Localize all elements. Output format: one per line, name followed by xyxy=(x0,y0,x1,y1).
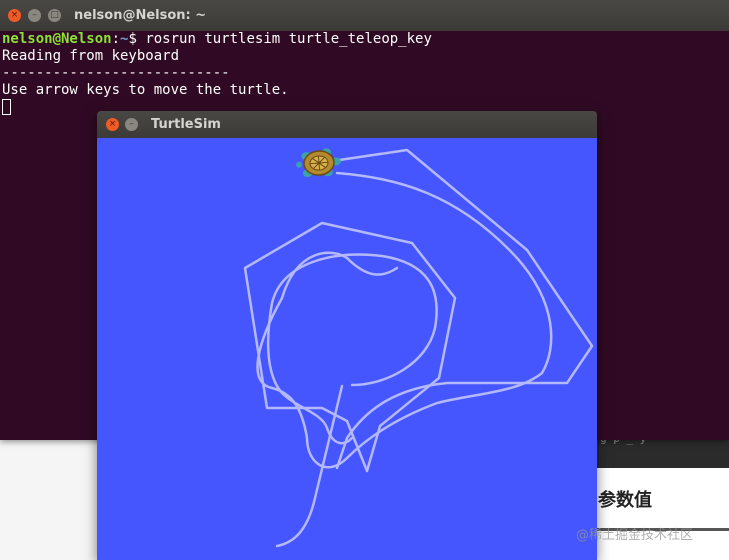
terminal-titlebar[interactable]: × – □ nelson@Nelson: ~ xyxy=(0,0,729,31)
turtlesim-window[interactable]: × – TurtleSim xyxy=(97,111,597,560)
output-line: Use arrow keys to move the turtle. xyxy=(2,82,289,98)
turtle-icon xyxy=(296,148,341,178)
close-icon[interactable]: × xyxy=(8,9,21,22)
minimize-icon[interactable]: – xyxy=(28,9,41,22)
text-cursor xyxy=(2,99,11,115)
maximize-icon[interactable]: □ xyxy=(48,9,61,22)
turtle-trail-drawing xyxy=(243,148,594,548)
prompt-separator: : xyxy=(111,31,121,47)
output-line: Reading from keyboard xyxy=(2,48,180,64)
turtlesim-canvas[interactable] xyxy=(97,138,597,560)
trail-segment xyxy=(256,171,553,469)
trail-segment xyxy=(317,148,594,470)
background-heading: 参数值 xyxy=(598,490,652,511)
turtlesim-title: TurtleSim xyxy=(151,117,221,132)
output-line: --------------------------- xyxy=(2,65,230,81)
turtlesim-titlebar[interactable]: × – TurtleSim xyxy=(97,111,597,138)
watermark: @稀土掘金技术社区 xyxy=(576,528,694,543)
terminal-title: nelson@Nelson: ~ xyxy=(74,8,207,23)
background-article xyxy=(597,468,729,560)
close-icon[interactable]: × xyxy=(106,118,119,131)
terminal-output[interactable]: nelson@Nelson:~$ rosrun turtlesim turtle… xyxy=(2,31,432,116)
turtle-pen-trail xyxy=(243,148,594,548)
minimize-icon[interactable]: – xyxy=(125,118,138,131)
prompt-user: nelson@Nelson xyxy=(2,31,112,47)
command-text: rosrun turtlesim turtle_teleop_key xyxy=(145,31,432,47)
prompt-symbol: $ xyxy=(128,31,146,47)
